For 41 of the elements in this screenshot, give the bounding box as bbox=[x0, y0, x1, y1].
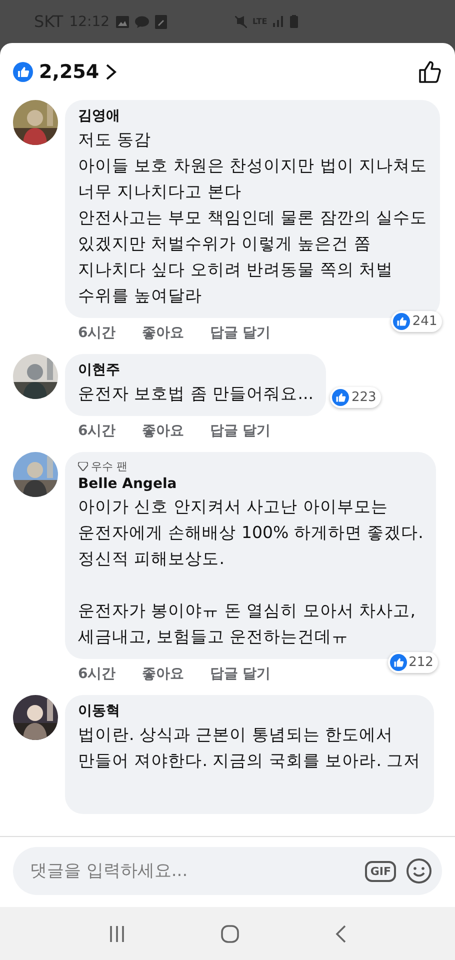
battery-icon bbox=[290, 15, 298, 28]
like-icon bbox=[332, 389, 350, 406]
home-icon[interactable] bbox=[221, 924, 240, 942]
chat-icon bbox=[134, 16, 149, 28]
gif-button[interactable]: GIF bbox=[365, 860, 396, 882]
chevron-right-icon[interactable] bbox=[105, 62, 118, 80]
comment-text: 법이란. 상식과 근본이 통념되는 한도에서 만들어 져야한다. 지금의 국회를 보아라. 그저 bbox=[78, 724, 421, 772]
reaction-count[interactable]: 241 bbox=[391, 311, 442, 332]
comment-action[interactable]: 답글 달기 bbox=[210, 665, 271, 683]
comment-action[interactable]: 좋아요 bbox=[142, 665, 184, 683]
comment-action[interactable]: 좋아요 bbox=[142, 422, 184, 440]
comment-time: 6시간 bbox=[78, 324, 116, 342]
fan-label: 우수 팬 bbox=[91, 459, 128, 474]
like-icon bbox=[390, 654, 407, 671]
comment-text: 아이가 신호 안지켜서 사고난 아이부모는 운전자에게 손해배상 100% 하게하면 좋겠다. 정신적 피해보상도. 운전자가 봉이야ㅠ 돈 열심히 모아서 차사고, 세금내고, 보험들고 운전하는건데ㅠ bbox=[78, 496, 424, 648]
comment-action[interactable]: 답글 달기 bbox=[210, 422, 271, 440]
image-icon bbox=[116, 16, 129, 28]
like-icon bbox=[13, 62, 33, 82]
comment-input[interactable]: 댓글을 입력하세요... GIF bbox=[13, 847, 442, 895]
back-icon[interactable] bbox=[335, 924, 348, 942]
reaction-count[interactable]: 223 bbox=[330, 387, 382, 408]
comment-text: 운전자 보호법 좀 만들어줘요... bbox=[78, 383, 314, 405]
author-name[interactable]: 이현주 bbox=[78, 361, 314, 379]
reaction-count[interactable]: 212 bbox=[388, 652, 438, 673]
comment-text: 저도 동감 아이들 보호 차원은 찬성이지만 법이 지나쳐도 너무 지나치다고 본다 안전사고는 부모 책임인데 물론 잠깐의 실수도 있겠지만 처벌수위가 이렇게 높은건 쫌 지나치다 싶다 오히려 반려동물 쪽의 처벌 수위를 높여달라 bbox=[78, 129, 428, 307]
comment-time: 6시간 bbox=[78, 665, 116, 683]
author-name[interactable]: 김영애 bbox=[78, 107, 428, 125]
emoji-icon[interactable] bbox=[406, 858, 432, 884]
diamond-icon bbox=[78, 462, 88, 471]
reaction-total[interactable]: 2,254 bbox=[39, 60, 100, 82]
comment-action[interactable]: 좋아요 bbox=[142, 324, 184, 342]
comment-time: 6시간 bbox=[78, 422, 116, 440]
signal-icon bbox=[273, 16, 284, 27]
author-name[interactable]: Belle Angela bbox=[78, 476, 424, 492]
comment-action[interactable]: 답글 달기 bbox=[210, 324, 271, 342]
author-name[interactable]: 이동혁 bbox=[78, 702, 421, 720]
note-icon bbox=[154, 14, 167, 28]
thumbs-up-icon[interactable] bbox=[418, 60, 442, 84]
recent-apps-icon[interactable] bbox=[108, 924, 126, 942]
like-icon bbox=[393, 313, 410, 330]
mute-icon bbox=[234, 16, 247, 28]
